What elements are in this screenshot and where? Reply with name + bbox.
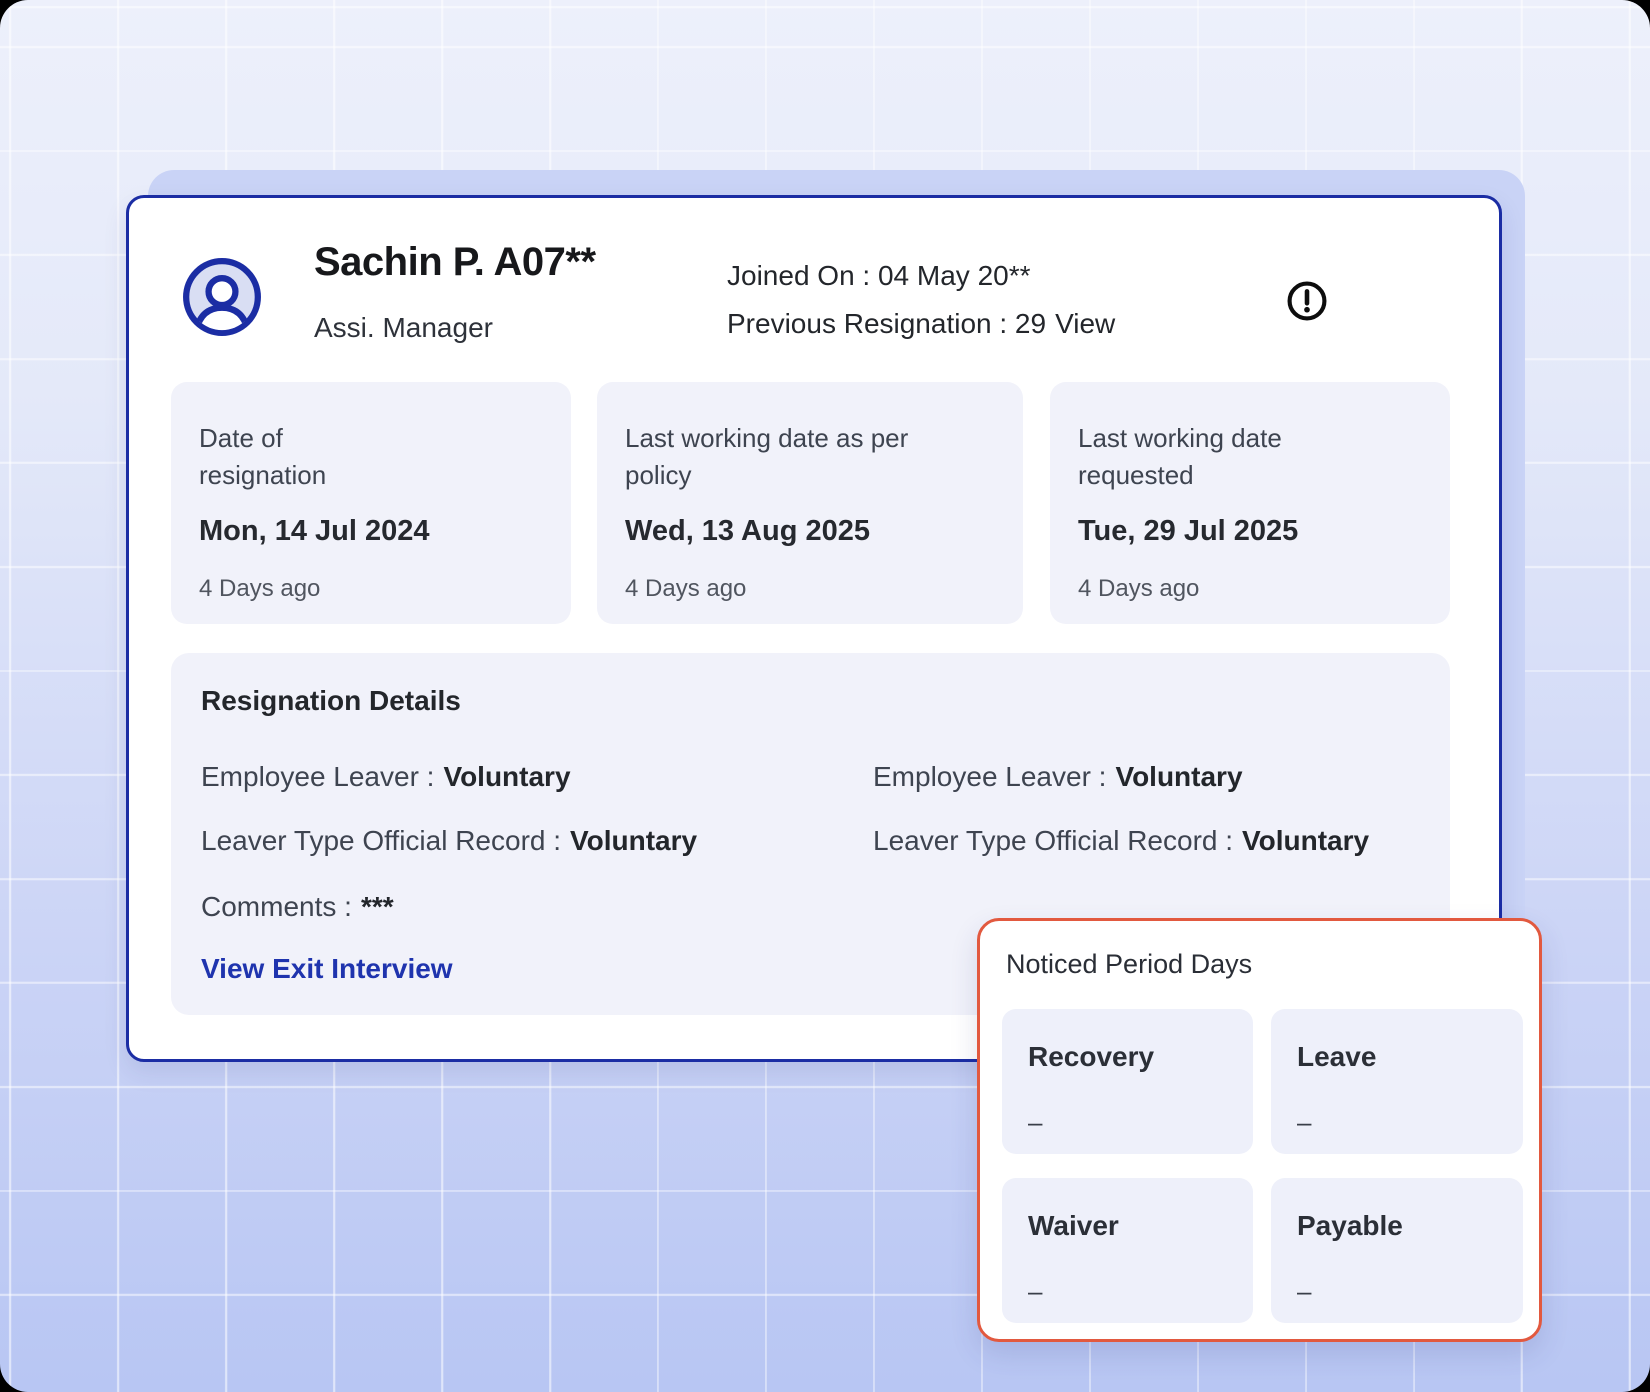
exclamation-circle-icon <box>1285 279 1329 323</box>
detail-label: Leaver Type Official Record : <box>873 825 1233 856</box>
detail-value: Voluntary <box>1242 825 1369 856</box>
comments-value: *** <box>361 891 394 922</box>
previous-resignation-label: Previous Resignation : 29 <box>727 308 1046 339</box>
info-card-date-of-resignation: Date of resignation Mon, 14 Jul 2024 4 D… <box>171 382 571 624</box>
employee-meta: Joined On : 04 May 20** Previous Resigna… <box>727 252 1115 348</box>
leaver-type-row: Leaver Type Official Record : Voluntary <box>201 825 697 857</box>
noticed-tile-label: Recovery <box>1028 1041 1227 1073</box>
noticed-tile-value: – <box>1297 1276 1497 1307</box>
resignation-details-title: Resignation Details <box>201 685 461 717</box>
avatar <box>179 254 265 340</box>
info-card-ago: 4 Days ago <box>625 575 995 603</box>
employee-name: Sachin P. A07** <box>314 240 596 285</box>
detail-value: Voluntary <box>443 761 570 792</box>
view-exit-interview-link[interactable]: View Exit Interview <box>201 953 453 985</box>
info-card-date: Tue, 29 Jul 2025 <box>1078 515 1422 548</box>
employee-leaver-row: Employee Leaver : Voluntary <box>201 761 571 793</box>
info-card-last-working-date-requested: Last working date requested Tue, 29 Jul … <box>1050 382 1450 624</box>
alert-button[interactable] <box>1285 279 1329 323</box>
noticed-tile-leave: Leave – <box>1271 1009 1523 1154</box>
screen-background: Sachin P. A07** Assi. Manager Joined On … <box>0 0 1650 1392</box>
detail-label: Leaver Type Official Record : <box>201 825 561 856</box>
info-card-date: Mon, 14 Jul 2024 <box>199 515 543 548</box>
noticed-tile-label: Waiver <box>1028 1210 1227 1242</box>
comments-row: Comments : *** <box>201 891 394 923</box>
info-card-label: Last working date requested <box>1078 420 1323 494</box>
info-card-label: Last working date as per policy <box>625 420 955 494</box>
info-card-label: Date of resignation <box>199 420 374 494</box>
info-card-last-working-date-policy: Last working date as per policy Wed, 13 … <box>597 382 1023 624</box>
leaver-type-row: Leaver Type Official Record : Voluntary <box>873 825 1369 857</box>
noticed-tile-payable: Payable – <box>1271 1178 1523 1323</box>
comments-label: Comments : <box>201 891 352 922</box>
employee-role: Assi. Manager <box>314 312 493 344</box>
info-card-ago: 4 Days ago <box>1078 575 1422 603</box>
noticed-tile-value: – <box>1297 1107 1497 1138</box>
joined-on-text: Joined On : 04 May 20** <box>727 252 1115 300</box>
previous-resignation-view-link[interactable]: View <box>1055 308 1115 339</box>
noticed-tile-value: – <box>1028 1107 1227 1138</box>
detail-value: Voluntary <box>1115 761 1242 792</box>
detail-value: Voluntary <box>570 825 697 856</box>
info-card-date: Wed, 13 Aug 2025 <box>625 515 995 548</box>
person-icon <box>179 254 265 340</box>
noticed-tile-waiver: Waiver – <box>1002 1178 1253 1323</box>
noticed-period-days-card: Noticed Period Days Recovery – Leave – W… <box>977 918 1542 1342</box>
noticed-tile-label: Leave <box>1297 1041 1497 1073</box>
previous-resignation-text: Previous Resignation : 29 View <box>727 300 1115 348</box>
noticed-tile-label: Payable <box>1297 1210 1497 1242</box>
noticed-period-days-title: Noticed Period Days <box>1006 949 1252 980</box>
detail-label: Employee Leaver : <box>201 761 434 792</box>
detail-label: Employee Leaver : <box>873 761 1106 792</box>
employee-leaver-row: Employee Leaver : Voluntary <box>873 761 1243 793</box>
noticed-tile-recovery: Recovery – <box>1002 1009 1253 1154</box>
info-card-ago: 4 Days ago <box>199 575 543 603</box>
noticed-tile-value: – <box>1028 1276 1227 1307</box>
